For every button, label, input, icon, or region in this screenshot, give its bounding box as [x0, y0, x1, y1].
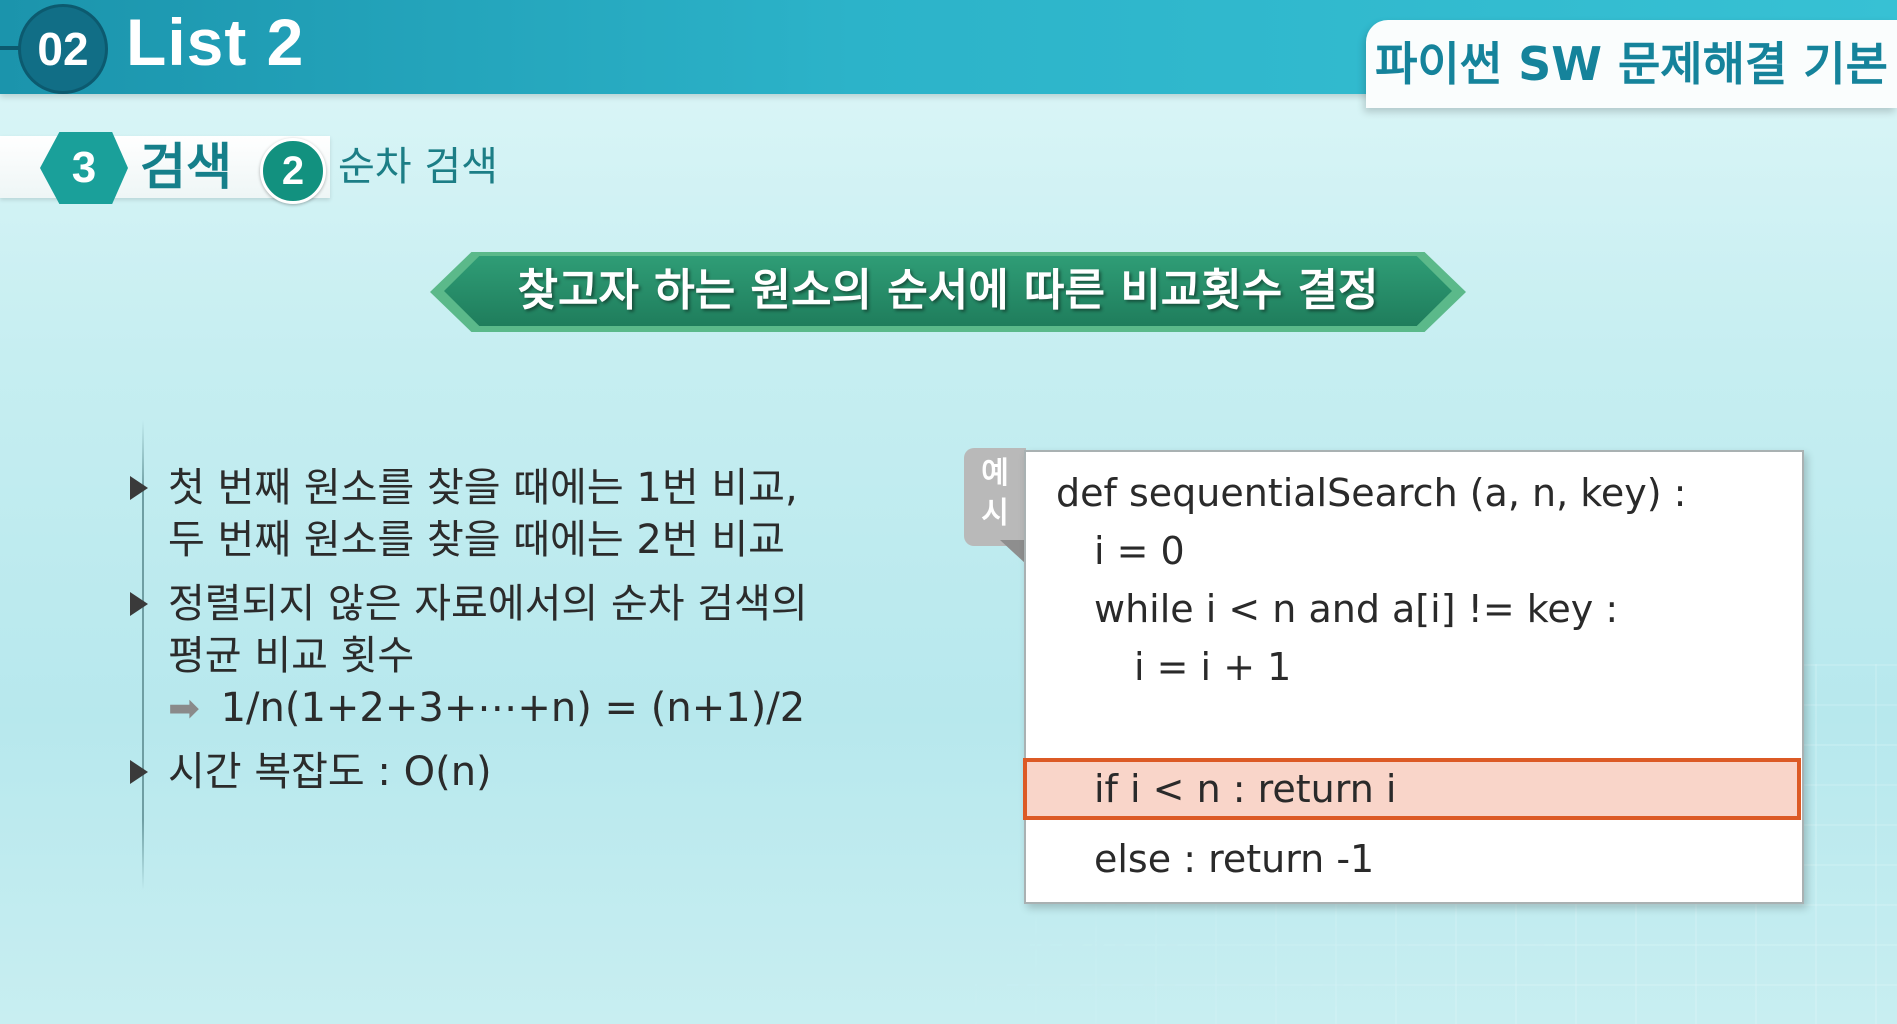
title-banner: 찾고자 하는 원소의 순서에 따른 비교횟수 결정	[430, 252, 1466, 332]
subsection-number-badge: 2	[260, 138, 326, 204]
bullet-list: 첫 번째 원소를 찾을 때에는 1번 비교, 두 번째 원소를 찾을 때에는 2…	[130, 462, 850, 810]
code-example-box: def sequentialSearch (a, n, key) : i = 0…	[1023, 450, 1804, 904]
bullet-text: 두 번째 원소를 찾을 때에는 2번 비교	[168, 517, 785, 563]
right-arrow-icon: ➡	[168, 686, 200, 730]
example-tag-char: 예	[981, 456, 1009, 491]
code-line: while i < n and a[i] != key :	[1094, 587, 1619, 631]
course-title-tab: 파이썬 SW 문제해결 기본	[1366, 20, 1897, 108]
bullet-item: 시간 복잡도 : O(n)	[130, 746, 850, 798]
subsection-label: 순차 검색	[338, 144, 498, 190]
bullet-arrow-icon	[130, 760, 148, 784]
bullet-arrow-icon	[130, 476, 148, 500]
bullet-item: 첫 번째 원소를 찾을 때에는 1번 비교, 두 번째 원소를 찾을 때에는 2…	[130, 462, 850, 566]
bullet-text: 정렬되지 않은 자료에서의 순차 검색의	[168, 581, 808, 627]
chapter-label: 검색	[140, 138, 232, 196]
bullet-text: 첫 번째 원소를 찾을 때에는 1번 비교,	[168, 465, 798, 511]
page-title: List 2	[126, 5, 305, 79]
formula-text: 1/n(1+2+3+⋯+n) = (n+1)/2	[220, 685, 806, 731]
code-line: else : return -1	[1094, 837, 1375, 881]
code-line-highlighted: if i < n : return i	[1094, 767, 1397, 811]
section-number-badge: 02	[0, 4, 108, 94]
example-tag-char: 시	[981, 496, 1009, 531]
bullet-item: 정렬되지 않은 자료에서의 순차 검색의 평균 비교 횟수 ➡ 1/n(1+2+…	[130, 578, 850, 734]
code-line: i = i + 1	[1134, 645, 1292, 689]
bullet-text: 평균 비교 횟수	[168, 633, 415, 679]
bullet-text: 시간 복잡도 : O(n)	[168, 749, 492, 795]
code-line: i = 0	[1094, 529, 1185, 573]
example-tag-fold	[1000, 540, 1026, 564]
code-line: def sequentialSearch (a, n, key) :	[1056, 471, 1687, 515]
example-tag: 예 시	[964, 448, 1026, 546]
formula-line: ➡ 1/n(1+2+3+⋯+n) = (n+1)/2	[168, 682, 850, 734]
bullet-arrow-icon	[130, 592, 148, 616]
banner-title: 찾고자 하는 원소의 순서에 따른 비교횟수 결정	[444, 256, 1452, 326]
